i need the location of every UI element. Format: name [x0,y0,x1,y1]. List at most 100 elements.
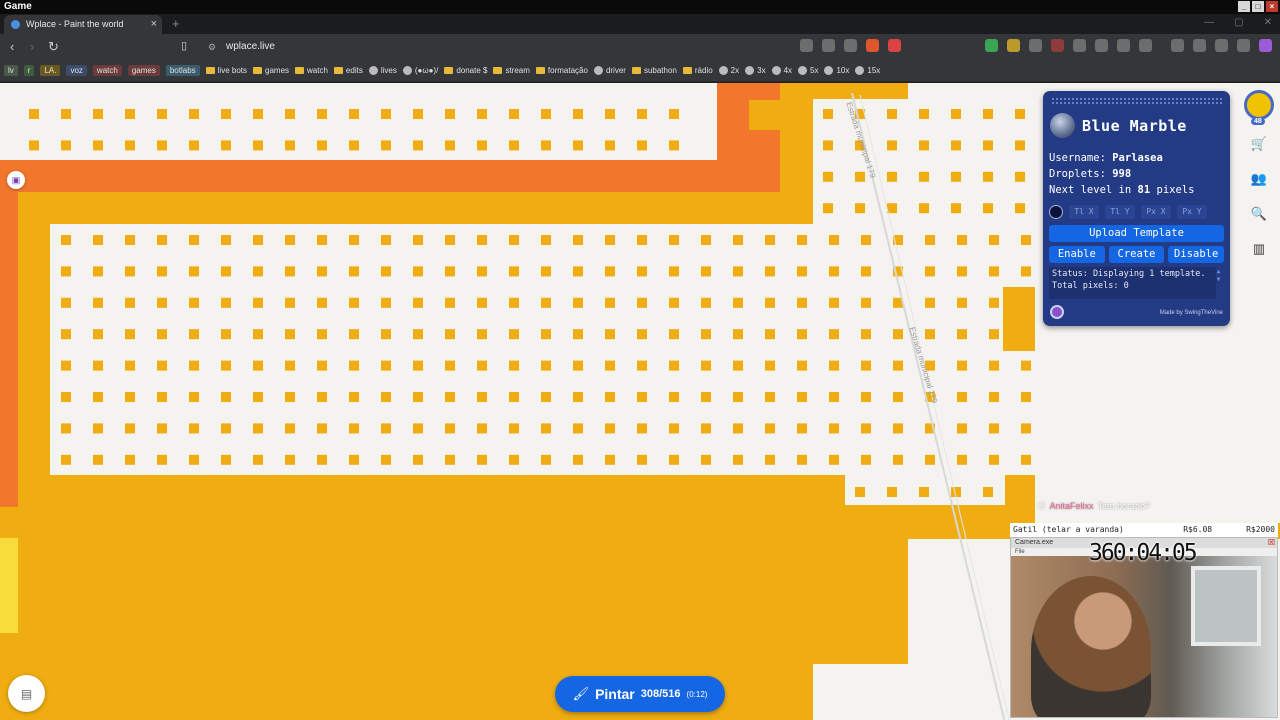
tile-x-input[interactable]: Tl X [1069,205,1099,219]
bookmark-item[interactable]: r [23,65,35,76]
tab-wplace[interactable]: Wplace - Paint the world × [4,15,162,34]
back-icon[interactable]: ‹ [10,39,14,54]
wallet-icon[interactable] [1193,39,1206,52]
share-icon[interactable] [844,39,857,52]
extension-green-icon[interactable] [985,39,998,52]
extension-red-icon[interactable] [1051,39,1064,52]
bookmark-icon[interactable]: ▯ [181,39,187,52]
bookmark-item[interactable]: 10x [824,66,849,75]
bookmark-item[interactable]: (●ω●)/ [402,66,438,75]
toggle-map-info-button[interactable]: ▤ [8,675,45,712]
bookmark-item[interactable]: driver [593,66,626,75]
scroll-up-icon[interactable]: ▲ [1215,268,1222,276]
reload-icon[interactable]: ↻ [48,39,59,55]
create-button[interactable]: Create [1108,246,1165,263]
bookmark-label: lives [380,66,397,75]
bookmark-item[interactable]: formatação [535,66,588,75]
enable-button[interactable]: Enable [1049,246,1105,263]
bookmark-item[interactable]: watch [295,66,328,75]
cast-icon[interactable] [800,39,813,52]
bookmark-item[interactable]: watch [92,65,122,76]
bookmark-item[interactable]: 2x [718,66,739,75]
browser-minimize-icon[interactable]: — [1204,17,1214,28]
site-info-icon[interactable]: ⚙ [208,37,216,57]
translate-icon[interactable] [822,39,835,52]
globe-icon[interactable] [1050,113,1075,138]
bookmark-item[interactable]: 3x [745,66,766,75]
close-icon[interactable]: × [1266,1,1278,12]
drag-handle[interactable] [1051,97,1222,104]
goal-current: R$6.08 [1183,525,1213,534]
profile-avatar-icon[interactable] [1050,305,1064,319]
leo-icon[interactable] [1215,39,1228,52]
profile-icon[interactable] [1259,39,1272,52]
bookmark-label: 5x [810,66,819,75]
webcam-overlay: Camera.exe ☒ File 360:04:05 [1010,537,1278,718]
bookmark-item[interactable]: 5x [798,66,818,75]
bookmark-item[interactable]: games [127,65,160,76]
bookmark-item[interactable]: botlabs [165,65,200,76]
minimize-icon[interactable]: _ [1238,1,1250,12]
extension-icon[interactable] [1139,39,1152,52]
blue-marble-panel: Blue Marble Username: Parlasea Droplets:… [1043,91,1230,326]
bookmark-favicon-icon [718,66,728,75]
extension-icon[interactable] [1073,39,1086,52]
bookmark-item[interactable]: 15x [855,66,880,75]
forward-icon[interactable]: › [30,39,34,54]
bookmark-item[interactable]: edits [333,66,363,75]
folder-icon [205,67,215,74]
extension-icon[interactable] [1029,39,1042,52]
extension-yellow-icon[interactable] [1007,39,1020,52]
browser-maximize-icon[interactable]: ▢ [1234,17,1243,28]
bookmark-item[interactable]: LA. [40,65,61,76]
brave-shield-icon[interactable] [866,39,879,52]
droplets-value: 998 [1112,168,1132,180]
cart-icon[interactable]: 🛒 [1250,135,1268,153]
bookmark-label: r [27,66,31,75]
browser-close-icon[interactable]: ✕ [1264,17,1272,28]
tab-close-icon[interactable]: × [151,15,157,34]
os-title: Game [4,1,32,12]
rewards-icon[interactable] [888,39,901,52]
extension-icons [800,39,901,52]
community-icon[interactable]: 👥 [1250,170,1268,188]
bookmark-item[interactable]: lv [4,65,18,76]
upload-template-button[interactable]: Upload Template [1049,225,1224,242]
sidebar-icon[interactable] [1171,39,1184,52]
bookmark-label: botlabs [169,66,196,75]
bookmark-item[interactable]: stream [493,66,530,75]
status-box[interactable]: Status: Displaying 1 template. Total pix… [1049,267,1216,299]
bookmark-item[interactable]: donate $ [444,66,487,75]
pixel-x-input[interactable]: Px X [1141,205,1171,219]
twitch-icon[interactable]: ▣ [7,171,25,189]
pixel-y-input[interactable]: Px Y [1177,205,1207,219]
scroll-down-icon[interactable]: ▼ [1215,276,1222,284]
username-label: Username: [1049,152,1106,164]
bookmark-item[interactable]: games [253,66,289,75]
background-window [1191,566,1261,646]
search-icon[interactable]: 🔍 [1250,205,1268,223]
bookmark-item[interactable]: subathon [631,66,677,75]
maximize-icon[interactable]: □ [1252,1,1264,12]
extension-icon[interactable] [1095,39,1108,52]
bookmark-item[interactable]: live bots [205,66,247,75]
subathon-timer: 360:04:05 [1089,540,1198,566]
pin-icon[interactable] [1049,205,1063,219]
disable-button[interactable]: Disable [1168,246,1225,263]
bookmark-item[interactable]: lives [368,66,397,75]
bookmark-item[interactable]: 4x [771,66,792,75]
new-tab-icon[interactable]: + [172,16,180,31]
status-scrollbar[interactable]: ▲ ▼ [1215,268,1222,299]
coords-row: Tl X Tl Y Px X Px Y [1049,205,1207,219]
vpn-icon[interactable] [1237,39,1250,52]
bookmark-item[interactable]: rádio [682,66,713,75]
bookmark-label: driver [605,66,626,75]
address-bar[interactable]: ⚙ wplace.live [198,37,798,57]
tile-y-input[interactable]: Tl Y [1105,205,1135,219]
leaderboard-icon[interactable]: ▥ [1250,240,1268,258]
puzzle-icon[interactable] [1117,39,1130,52]
user-avatar[interactable]: 48 [1244,90,1274,125]
bookmark-item[interactable]: voz [66,65,87,76]
bookmark-label: games [265,66,290,75]
paint-button[interactable]: 🖌 Pintar 308/516 (0:12) [555,676,725,712]
